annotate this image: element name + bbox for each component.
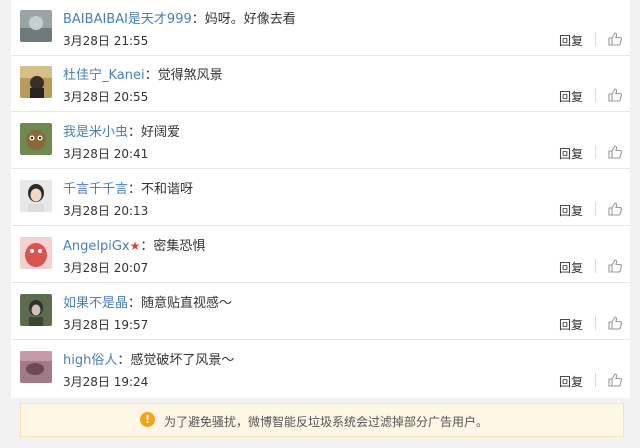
comment-item: 我是米小虫：好阔爱 3月28日 20:41 回复 [11, 113, 630, 169]
action-divider [595, 259, 596, 273]
avatar[interactable] [20, 66, 52, 98]
action-divider [595, 88, 596, 102]
spam-filter-notice: ! 为了避免骚扰，微博智能反垃圾系统会过滤掉部分广告用户。 [20, 403, 624, 437]
thumbs-up-icon[interactable] [607, 201, 623, 217]
thumbs-up-icon[interactable] [607, 372, 623, 388]
reply-button[interactable]: 回复 [559, 145, 583, 162]
comment-username[interactable]: 杜佳宁_Kanei [63, 68, 145, 83]
thumbs-up-icon[interactable] [607, 87, 623, 103]
comment-username[interactable]: 如果不是晶 [63, 296, 128, 311]
comment-text: ：密集恐惧 [140, 239, 206, 254]
comment-time: 3月28日 20:07 [63, 261, 149, 275]
star-badge-icon: ★ [129, 239, 141, 253]
comment-time: 3月28日 20:13 [63, 204, 149, 218]
comment-line: 如果不是晶：随意贴直视感～ [63, 292, 232, 311]
reply-button[interactable]: 回复 [559, 259, 583, 276]
avatar[interactable] [20, 351, 52, 383]
comment-text: ：感觉破坏了风景～ [117, 353, 235, 368]
notice-text: 为了避免骚扰，微博智能反垃圾系统会过滤掉部分广告用户。 [164, 415, 489, 429]
comment-time: 3月28日 20:55 [63, 90, 149, 104]
avatar[interactable] [20, 294, 52, 326]
thumbs-up-icon[interactable] [607, 144, 623, 160]
comment-item: 如果不是晶：随意贴直视感～ 3月28日 19:57 回复 [11, 284, 630, 340]
action-divider [595, 316, 596, 330]
comment-text: ：随意贴直视感～ [128, 296, 233, 311]
comment-username[interactable]: BAIBAIBAI是天才999 [63, 12, 192, 27]
reply-button[interactable]: 回复 [559, 202, 583, 219]
comment-item: BAIBAIBAI是天才999：妈呀。好像去看 3月28日 21:55 回复 [11, 0, 630, 56]
comment-line: BAIBAIBAI是天才999：妈呀。好像去看 [63, 8, 296, 27]
reply-button[interactable]: 回复 [559, 373, 583, 390]
action-divider [595, 32, 596, 46]
comment-text: ：好阔爱 [128, 125, 181, 140]
comment-time: 3月28日 20:41 [63, 147, 149, 161]
avatar[interactable] [20, 123, 52, 155]
reply-button[interactable]: 回复 [559, 316, 583, 333]
comment-item: 千言千千言：不和谐呀 3月28日 20:13 回复 [11, 170, 630, 226]
comment-username[interactable]: AngelpiGx [63, 239, 130, 254]
comment-username[interactable]: high俗人 [63, 353, 117, 368]
thumbs-up-icon[interactable] [607, 315, 623, 331]
comment-time: 3月28日 19:57 [63, 318, 149, 332]
comment-username[interactable]: 我是米小虫 [63, 125, 128, 140]
comment-text: ：妈呀。好像去看 [191, 12, 296, 27]
avatar[interactable] [20, 237, 52, 269]
comment-text: ：不和谐呀 [128, 182, 194, 197]
comment-line: high俗人：感觉破坏了风景～ [63, 349, 234, 368]
reply-button[interactable]: 回复 [559, 32, 583, 49]
comment-text: ：觉得煞风景 [144, 68, 223, 83]
warning-icon: ! [140, 412, 155, 427]
action-divider [595, 373, 596, 387]
comment-item: 杜佳宁_Kanei：觉得煞风景 3月28日 20:55 回复 [11, 56, 630, 112]
comment-item: AngelpiGx★：密集恐惧 3月28日 20:07 回复 [11, 227, 630, 283]
comment-item: high俗人：感觉破坏了风景～ 3月28日 19:24 回复 [11, 341, 630, 397]
action-divider [595, 202, 596, 216]
comment-line: 千言千千言：不和谐呀 [63, 178, 193, 197]
comment-list: BAIBAIBAI是天才999：妈呀。好像去看 3月28日 21:55 回复 杜… [11, 0, 630, 398]
action-divider [595, 145, 596, 159]
avatar[interactable] [20, 180, 52, 212]
comment-line: 我是米小虫：好阔爱 [63, 121, 180, 140]
avatar[interactable] [20, 10, 52, 42]
comment-line: AngelpiGx★：密集恐惧 [63, 235, 205, 254]
reply-button[interactable]: 回复 [559, 88, 583, 105]
comment-username[interactable]: 千言千千言 [63, 182, 128, 197]
thumbs-up-icon[interactable] [607, 31, 623, 47]
comment-line: 杜佳宁_Kanei：觉得煞风景 [63, 64, 223, 83]
comment-time: 3月28日 19:24 [63, 375, 149, 389]
thumbs-up-icon[interactable] [607, 258, 623, 274]
comment-time: 3月28日 21:55 [63, 34, 149, 48]
